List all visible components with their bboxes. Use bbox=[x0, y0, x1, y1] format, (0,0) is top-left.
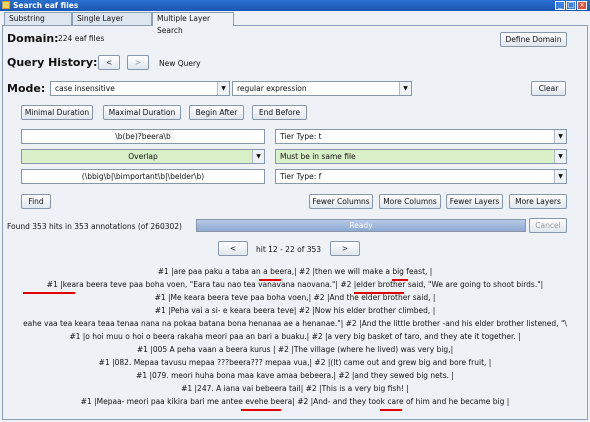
progress-bar: Ready bbox=[196, 219, 526, 232]
relation-select-value: Overlap bbox=[128, 152, 158, 161]
result-row[interactable]: #1 |Peha vai a si- e keara beera teve| #… bbox=[3, 306, 587, 316]
file-constraint-select[interactable]: Must be in same file ▼ bbox=[275, 149, 567, 164]
match-underline bbox=[241, 409, 281, 411]
result-row[interactable]: #1 |079. meori huha bona maa kave amaa b… bbox=[3, 371, 587, 381]
fewer-layers-button[interactable]: Fewer Layers bbox=[446, 194, 503, 209]
tab-multiple-layer-search[interactable]: Multiple Layer Search bbox=[152, 12, 234, 35]
results-list: #1 |are paa paku a taba an a beera,| #2 … bbox=[3, 267, 587, 417]
history-prev-button[interactable]: < bbox=[98, 55, 120, 70]
close-icon[interactable]: × bbox=[577, 1, 587, 10]
fewer-columns-button[interactable]: Fewer Columns bbox=[309, 194, 373, 209]
tier-select-1-value: Tier Type: t bbox=[280, 132, 322, 141]
result-row[interactable]: #1 |Mepaa- meori paa kikira bari me ante… bbox=[3, 397, 587, 407]
more-layers-button[interactable]: More Layers bbox=[509, 194, 567, 209]
tier-select-2[interactable]: Tier Type: f ▼ bbox=[275, 169, 567, 184]
clear-button[interactable]: Clear bbox=[531, 81, 566, 96]
result-row[interactable]: #1 |Me keara beera teve paa boha voen,| … bbox=[3, 293, 587, 303]
chevron-down-icon: ▼ bbox=[399, 82, 411, 95]
match-underline bbox=[392, 279, 408, 281]
find-button[interactable]: Find bbox=[21, 194, 51, 209]
page-prev-button[interactable]: < bbox=[218, 241, 248, 256]
case-select[interactable]: case insensitive ▼ bbox=[50, 81, 230, 96]
file-constraint-value: Must be in same file bbox=[280, 152, 356, 161]
pattern-field-1[interactable]: \b(be)?beera\b bbox=[21, 129, 265, 144]
chevron-down-icon: ▼ bbox=[217, 82, 229, 95]
result-row[interactable]: eahe vaa tea keara teaa tenaa nana na po… bbox=[3, 319, 587, 329]
maximal-duration-button[interactable]: Maximal Duration bbox=[103, 105, 181, 120]
domain-value: 224 eaf files bbox=[58, 34, 105, 43]
match-underline bbox=[259, 279, 281, 281]
mode-label: Mode: bbox=[7, 82, 46, 95]
tab-substring-search[interactable]: Substring Search bbox=[4, 12, 72, 35]
page-label: hit 12 - 22 of 353 bbox=[256, 245, 322, 254]
cancel-button[interactable]: Cancel bbox=[529, 218, 567, 233]
app-icon bbox=[2, 1, 10, 9]
domain-label: Domain: bbox=[7, 32, 59, 45]
history-next-button[interactable]: > bbox=[127, 55, 149, 70]
define-domain-button[interactable]: Define Domain bbox=[500, 32, 567, 47]
search-type-select[interactable]: regular expression ▼ bbox=[232, 81, 412, 96]
match-underline bbox=[354, 292, 404, 294]
result-row[interactable]: #1 |082. Mepaa tavusu mepaa ???beera??? … bbox=[3, 358, 587, 368]
new-query-label: New Query bbox=[159, 59, 201, 68]
minimal-duration-button[interactable]: Minimal Duration bbox=[21, 105, 93, 120]
tab-single-layer-search[interactable]: Single Layer Search bbox=[72, 12, 152, 35]
chevron-down-icon: ▼ bbox=[554, 150, 566, 163]
found-status: Found 353 hits in 353 annotations (of 26… bbox=[7, 222, 182, 231]
search-panel: Domain: 224 eaf files Define Domain Quer… bbox=[2, 25, 588, 420]
relation-select[interactable]: Overlap ▼ bbox=[21, 149, 265, 164]
window-title: Search eaf files bbox=[13, 1, 79, 10]
end-before-button[interactable]: End Before bbox=[252, 105, 307, 120]
result-row[interactable]: #1 |are paa paku a taba an a beera,| #2 … bbox=[3, 267, 587, 277]
result-row[interactable]: #1 |247. A iana vai bebeera tail| #2 |Th… bbox=[3, 384, 587, 394]
search-type-value: regular expression bbox=[237, 84, 307, 93]
chevron-down-icon: ▼ bbox=[554, 130, 566, 143]
maximize-icon[interactable]: □ bbox=[566, 1, 576, 10]
pattern-field-2[interactable]: (\bbig\b|\bimportant\b|\belder\b) bbox=[21, 169, 265, 184]
result-row[interactable]: #1 |005 A peha vaan a beera kurus | #2 |… bbox=[3, 345, 587, 355]
begin-after-button[interactable]: Begin After bbox=[189, 105, 244, 120]
chevron-down-icon: ▼ bbox=[252, 150, 264, 163]
result-row[interactable]: #1 |keara beera teve paa boha voen, "Ear… bbox=[3, 280, 587, 290]
tier-select-1[interactable]: Tier Type: t ▼ bbox=[275, 129, 567, 144]
chevron-down-icon: ▼ bbox=[554, 170, 566, 183]
more-columns-button[interactable]: More Columns bbox=[379, 194, 441, 209]
match-underline bbox=[380, 409, 402, 411]
query-history-label: Query History: bbox=[7, 56, 98, 69]
minimize-icon[interactable]: _ bbox=[555, 1, 565, 10]
page-next-button[interactable]: > bbox=[330, 241, 360, 256]
result-row[interactable]: #1 |o hoi muu o hoi o beera rakaha meori… bbox=[3, 332, 587, 342]
match-underline bbox=[23, 292, 75, 294]
title-bar: Search eaf files _ □ × bbox=[0, 0, 590, 11]
tier-select-2-value: Tier Type: f bbox=[280, 172, 322, 181]
case-select-value: case insensitive bbox=[55, 84, 115, 93]
